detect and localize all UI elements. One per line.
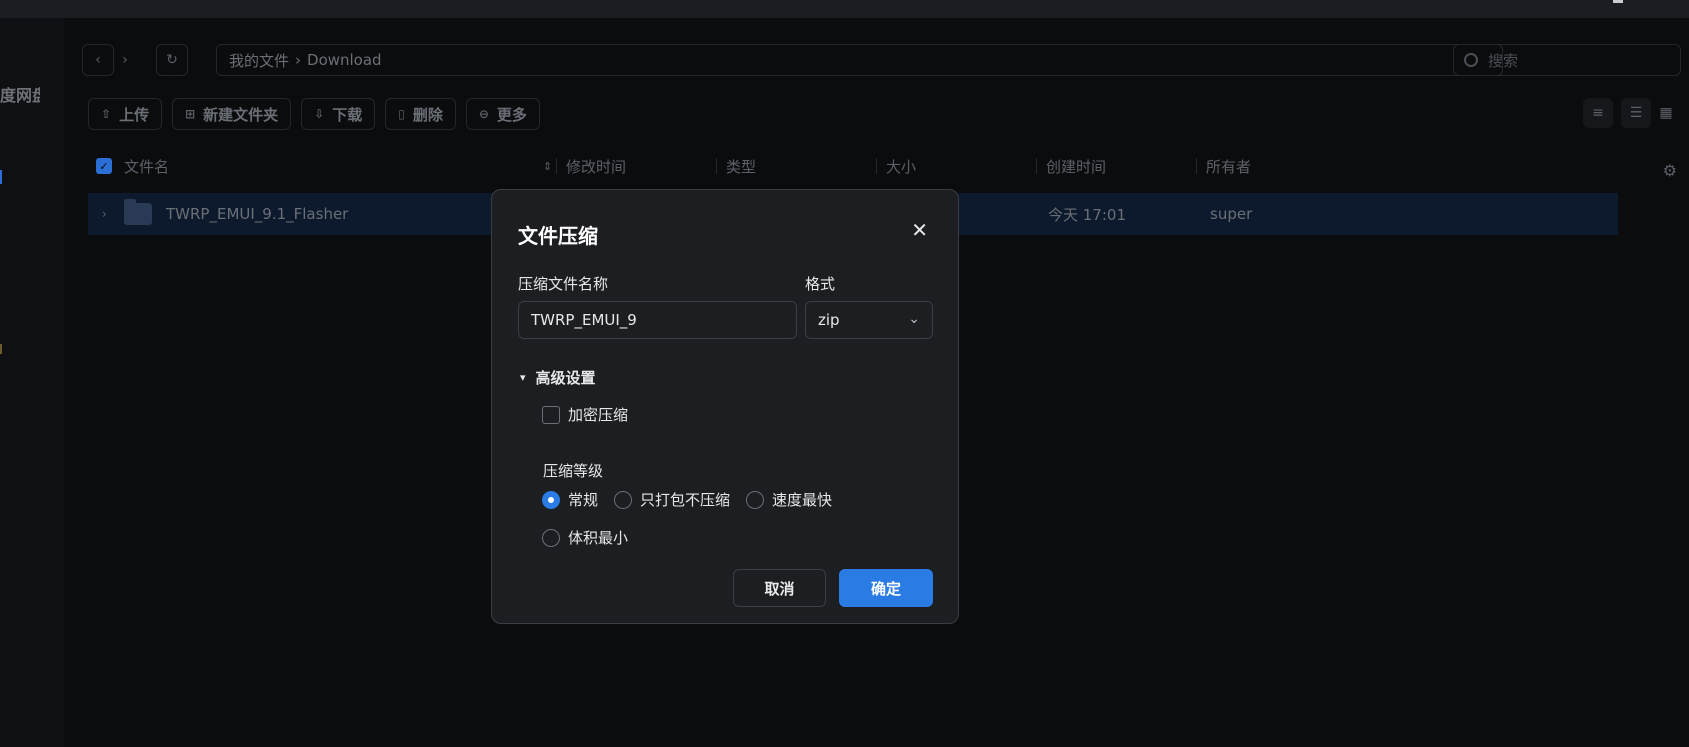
cancel-button[interactable]: 取消 (733, 569, 826, 607)
confirm-button[interactable]: 确定 (839, 569, 933, 607)
compress-dialog: 文件压缩 ✕ 压缩文件名称 格式 TWRP_EMUI_9 zip ⌄ ▾ 高级设… (491, 189, 959, 624)
format-label: 格式 (805, 275, 836, 293)
level-option-label: 速度最快 (772, 491, 833, 509)
level-label: 压缩等级 (543, 462, 604, 480)
encrypt-checkbox[interactable] (542, 405, 560, 424)
encrypt-label: 加密压缩 (568, 406, 629, 424)
name-label: 压缩文件名称 (518, 275, 609, 293)
chevron-down-icon: ⌄ (908, 311, 920, 327)
radio-button[interactable] (542, 528, 560, 547)
advanced-settings-label: 高级设置 (535, 369, 596, 387)
level-option-label: 只打包不压缩 (640, 491, 731, 509)
radio-button-selected[interactable] (542, 490, 560, 509)
level-option-store[interactable]: 只打包不压缩 (614, 489, 730, 510)
chevron-down-icon: ▾ (520, 371, 526, 384)
level-option-fastest[interactable]: 速度最快 (746, 489, 832, 510)
archive-name-value: TWRP_EMUI_9 (531, 311, 637, 329)
format-value: zip (818, 311, 840, 329)
archive-name-field[interactable]: TWRP_EMUI_9 (518, 301, 797, 339)
level-option-smallest[interactable]: 体积最小 (542, 527, 628, 548)
advanced-settings-toggle[interactable]: ▾ 高级设置 (520, 367, 596, 388)
encrypt-option[interactable]: 加密压缩 (542, 404, 628, 425)
radio-button[interactable] (746, 490, 764, 509)
close-icon[interactable]: ✕ (911, 218, 928, 242)
format-select[interactable]: zip ⌄ (805, 301, 933, 339)
dialog-title: 文件压缩 (518, 224, 598, 248)
radio-button[interactable] (614, 490, 632, 509)
level-option-label: 体积最小 (568, 529, 629, 547)
level-option-label: 常规 (568, 491, 599, 509)
level-option-normal[interactable]: 常规 (542, 489, 598, 510)
modal-overlay: 文件压缩 ✕ 压缩文件名称 格式 TWRP_EMUI_9 zip ⌄ ▾ 高级设… (0, 0, 1689, 747)
